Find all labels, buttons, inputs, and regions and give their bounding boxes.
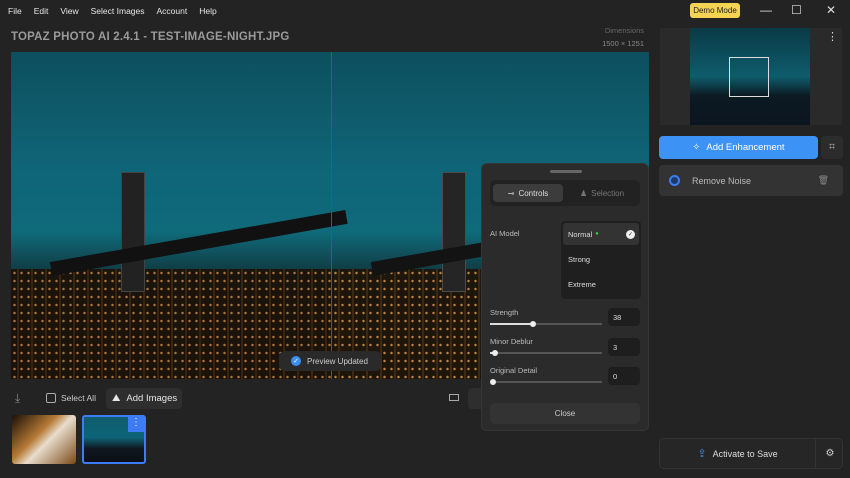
model-option-extreme[interactable]: Extreme bbox=[563, 273, 639, 295]
model-option-normal[interactable]: Normal ● ✓ bbox=[563, 223, 639, 245]
add-images-label: Add Images bbox=[126, 393, 178, 404]
menu-select-images[interactable]: Select Images bbox=[91, 6, 145, 16]
drag-handle[interactable] bbox=[550, 170, 582, 173]
strength-slider[interactable] bbox=[490, 320, 602, 327]
select-all-checkbox[interactable]: Select All bbox=[46, 388, 96, 408]
thumbnail-image-2-selected[interactable]: ⋮ bbox=[82, 415, 146, 464]
menu-edit[interactable]: Edit bbox=[34, 6, 49, 16]
close-window-button[interactable]: ✕ bbox=[826, 3, 836, 17]
tab-label: Controls bbox=[518, 188, 549, 198]
dimensions-value: 1500 × 1251 bbox=[602, 39, 644, 48]
sliders-icon: ⊸ bbox=[507, 188, 515, 198]
tower bbox=[121, 172, 145, 292]
slider-knob[interactable] bbox=[530, 320, 536, 327]
minor-deblur-label: Minor Deblur bbox=[490, 337, 533, 346]
original-detail-value[interactable]: 0 bbox=[608, 367, 640, 385]
select-all-label: Select All bbox=[61, 393, 96, 403]
maximize-button[interactable]: ☐ bbox=[791, 3, 802, 17]
model-label: Normal bbox=[568, 229, 593, 239]
menu-account[interactable]: Account bbox=[157, 6, 188, 16]
add-images-button[interactable]: ⛰ Add Images bbox=[106, 388, 182, 409]
comparison-split-handle[interactable] bbox=[331, 52, 332, 379]
remove-noise-icon bbox=[669, 175, 680, 186]
thumbnail-image-1[interactable]: ⋮ bbox=[12, 415, 76, 464]
more-options-icon[interactable]: ⋮ bbox=[62, 417, 72, 428]
tab-selection[interactable]: ♟ Selection bbox=[567, 184, 637, 202]
enhancement-label: Remove Noise bbox=[692, 175, 752, 186]
sparkle-icon: ✧ bbox=[692, 142, 701, 153]
crop-button[interactable]: ⌗ bbox=[821, 136, 843, 159]
original-detail-label: Original Detail bbox=[490, 366, 538, 375]
enhancement-remove-noise[interactable]: Remove Noise 🗑 bbox=[659, 165, 843, 196]
activate-label: Activate to Save bbox=[712, 448, 778, 459]
minor-deblur-slider[interactable] bbox=[490, 349, 602, 356]
trash-icon[interactable]: 🗑 bbox=[818, 175, 829, 186]
upload-icon: ⇪ bbox=[697, 448, 707, 460]
checkbox-icon bbox=[46, 393, 56, 403]
original-detail-slider[interactable] bbox=[490, 378, 602, 385]
strength-value[interactable]: 38 bbox=[608, 308, 640, 326]
slider-knob[interactable] bbox=[490, 378, 496, 385]
more-options-icon[interactable]: ⋮ bbox=[827, 30, 838, 43]
person-icon: ♟ bbox=[579, 188, 588, 198]
ai-model-list: Normal ● ✓ Strong Extreme bbox=[561, 221, 641, 299]
tab-controls[interactable]: ⊸ Controls bbox=[493, 184, 563, 202]
check-icon: ✓ bbox=[626, 229, 635, 239]
demo-mode-badge[interactable]: Demo Mode bbox=[690, 3, 740, 18]
minimize-button[interactable]: — bbox=[760, 3, 772, 17]
model-option-strong[interactable]: Strong bbox=[563, 248, 639, 270]
tab-label: Selection bbox=[591, 188, 625, 198]
menu-file[interactable]: File bbox=[8, 6, 22, 16]
add-enhancement-label: Add Enhancement bbox=[706, 142, 785, 153]
activate-to-save-button[interactable]: ⇪ Activate to Save bbox=[660, 439, 816, 468]
toast-text: Preview Updated bbox=[307, 356, 368, 366]
more-options-icon[interactable]: ⋮ bbox=[128, 417, 144, 432]
bridge bbox=[49, 210, 348, 276]
export-settings-icon: ⚙ bbox=[825, 448, 835, 459]
menu-view[interactable]: View bbox=[60, 6, 78, 16]
strength-label: Strength bbox=[490, 308, 519, 317]
panel-tabs: ⊸ Controls ♟ Selection bbox=[490, 180, 640, 206]
split-view-button[interactable] bbox=[468, 388, 482, 409]
image-add-icon: ⛰ bbox=[112, 393, 121, 404]
navigator-preview[interactable]: ⋮ bbox=[660, 28, 842, 125]
status-dot-icon: ● bbox=[595, 231, 599, 237]
ai-model-label: AI Model bbox=[490, 229, 520, 238]
tower bbox=[442, 172, 466, 292]
slider-knob[interactable] bbox=[492, 349, 498, 356]
menu-help[interactable]: Help bbox=[199, 6, 216, 16]
navigator-viewport[interactable] bbox=[729, 57, 769, 97]
export-settings-button[interactable]: ⚙ bbox=[817, 439, 843, 468]
download-icon[interactable]: ⤓ bbox=[15, 388, 20, 408]
remove-noise-panel: ⊸ Controls ♟ Selection AI Model Normal ● ✓ S… bbox=[481, 163, 649, 431]
check-icon: ✓ bbox=[291, 356, 301, 366]
minor-deblur-value[interactable]: 3 bbox=[608, 338, 640, 356]
original-image bbox=[11, 52, 348, 379]
close-button[interactable]: Close bbox=[490, 403, 640, 424]
single-view-icon[interactable] bbox=[449, 394, 459, 401]
crop-icon: ⌗ bbox=[828, 141, 836, 153]
add-enhancement-button[interactable]: ✧ Add Enhancement bbox=[659, 136, 818, 159]
page-title: TOPAZ PHOTO AI 2.4.1 - TEST-IMAGE-NIGHT.… bbox=[11, 31, 290, 43]
activate-to-save-container: ⇪ Activate to Save ⚙ bbox=[659, 438, 843, 469]
preview-updated-toast: ✓ Preview Updated bbox=[279, 351, 381, 371]
dimensions-label: Dimensions bbox=[604, 26, 644, 35]
